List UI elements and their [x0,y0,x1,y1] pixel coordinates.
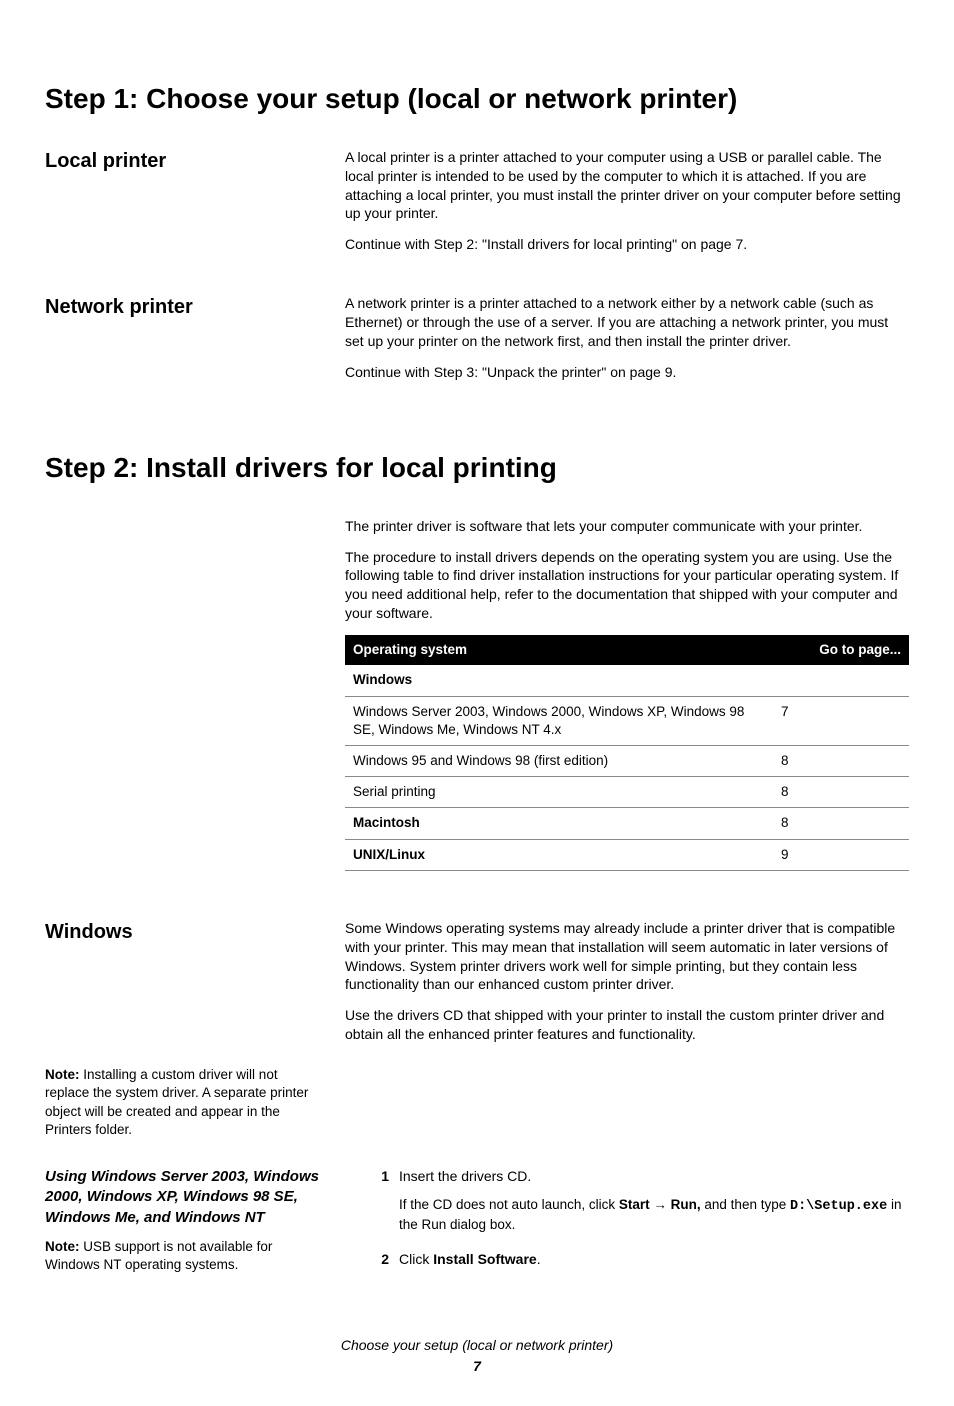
table-cell-os: Windows [345,665,773,696]
network-printer-p1: A network printer is a printer attached … [345,294,909,351]
table-row: Windows Server 2003, Windows 2000, Windo… [345,696,909,745]
windows-section: Windows Some Windows operating systems m… [45,919,909,1056]
local-printer-p2: Continue with Step 2: "Install drivers f… [345,235,909,254]
table-cell-os: Macintosh [345,808,773,839]
step2-heading: Step 2: Install drivers for local printi… [45,449,909,487]
windows-note1-row: Note: Installing a custom driver will no… [45,1066,909,1151]
table-row: Windows [345,665,909,696]
step1-heading: Step 1: Choose your setup (local or netw… [45,80,909,118]
arrow-icon: → [650,1197,671,1212]
network-printer-title: Network printer [45,294,325,321]
table-header-os: Operating system [345,635,773,665]
table-cell-os: Serial printing [345,777,773,808]
windows-note1: Note: Installing a custom driver will no… [45,1066,325,1139]
windows-p2: Use the drivers CD that shipped with you… [345,1006,909,1044]
windows-note2: Note: USB support is not available for W… [45,1238,325,1274]
table-cell-page: 8 [773,808,909,839]
local-printer-section: Local printer A local printer is a print… [45,148,909,266]
table-cell-page: 8 [773,745,909,776]
step-1-sub: If the CD does not auto launch, click St… [399,1196,909,1234]
step-1: 1 Insert the drivers CD. If the CD does … [365,1167,909,1234]
windows-title: Windows [45,919,325,946]
step2-intro2: The procedure to install drivers depends… [345,548,909,624]
table-cell-os: Windows 95 and Windows 98 (first edition… [345,745,773,776]
table-row: Macintosh8 [345,808,909,839]
step-1-text: Insert the drivers CD. [399,1168,531,1184]
step2-intro1: The printer driver is software that lets… [345,517,909,536]
step-1-num: 1 [365,1167,399,1234]
step2-intro-section: The printer driver is software that lets… [45,517,909,891]
table-cell-page [773,665,909,696]
table-row: Serial printing8 [345,777,909,808]
local-printer-p1: A local printer is a printer attached to… [345,148,909,224]
table-cell-page: 8 [773,777,909,808]
local-printer-title: Local printer [45,148,325,175]
footer-title: Choose your setup (local or network prin… [45,1336,909,1355]
table-cell-os: UNIX/Linux [345,839,773,870]
step-2-num: 2 [365,1250,399,1269]
page-number: 7 [45,1357,909,1376]
table-header-page: Go to page... [773,635,909,665]
windows-sub-heading: Using Windows Server 2003, Windows 2000,… [45,1167,325,1228]
os-table: Operating system Go to page... WindowsWi… [345,635,909,871]
table-row: UNIX/Linux9 [345,839,909,870]
windows-p1: Some Windows operating systems may alrea… [345,919,909,995]
table-cell-os: Windows Server 2003, Windows 2000, Windo… [345,696,773,745]
windows-steps-section: Using Windows Server 2003, Windows 2000,… [45,1157,909,1286]
network-printer-p2: Continue with Step 3: "Unpack the printe… [345,363,909,382]
step-2: 2 Click Install Software. [365,1250,909,1269]
network-printer-section: Network printer A network printer is a p… [45,294,909,394]
table-cell-page: 7 [773,696,909,745]
table-row: Windows 95 and Windows 98 (first edition… [345,745,909,776]
table-cell-page: 9 [773,839,909,870]
